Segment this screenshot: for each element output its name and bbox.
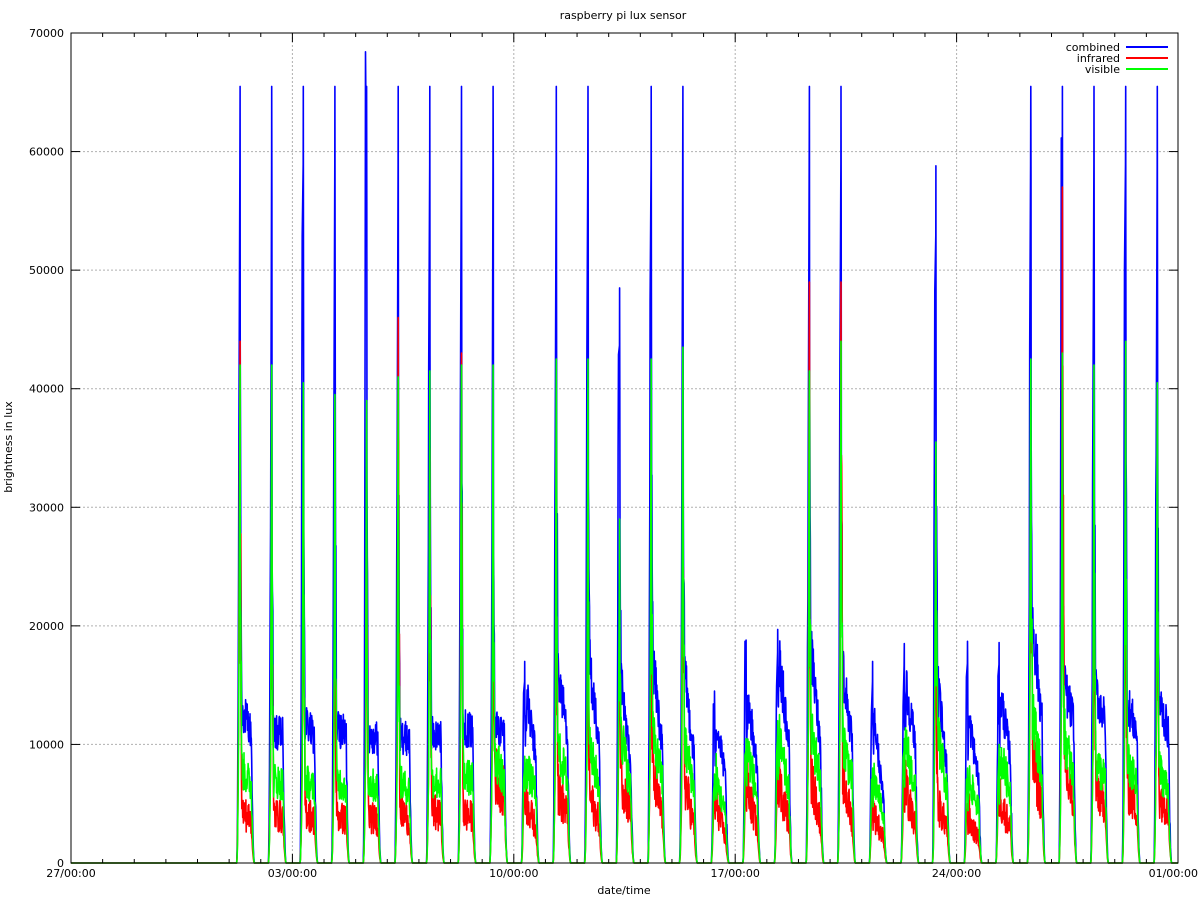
y-tick-label: 30000 (29, 501, 64, 514)
x-tick-label: 01/00:00 (1149, 867, 1198, 880)
y-tick-label: 70000 (29, 27, 64, 40)
x-tick-label: 03/00:00 (268, 867, 317, 880)
y-tick-label: 20000 (29, 620, 64, 633)
legend-label-visible: visible (1085, 63, 1120, 76)
y-tick-label: 10000 (29, 738, 64, 751)
y-tick-label: 40000 (29, 383, 64, 396)
x-tick-label: 17/00:00 (710, 867, 759, 880)
x-tick-label: 27/00:00 (46, 867, 95, 880)
lux-chart: 01000020000300004000050000600007000027/0… (0, 0, 1200, 900)
chart-title: raspberry pi lux sensor (560, 9, 687, 22)
y-tick-label: 50000 (29, 264, 64, 277)
x-tick-label: 10/00:00 (489, 867, 538, 880)
y-axis-label: brightness in lux (2, 401, 15, 493)
y-tick-label: 60000 (29, 146, 64, 159)
x-axis-label: date/time (597, 884, 651, 897)
x-tick-label: 24/00:00 (932, 867, 981, 880)
